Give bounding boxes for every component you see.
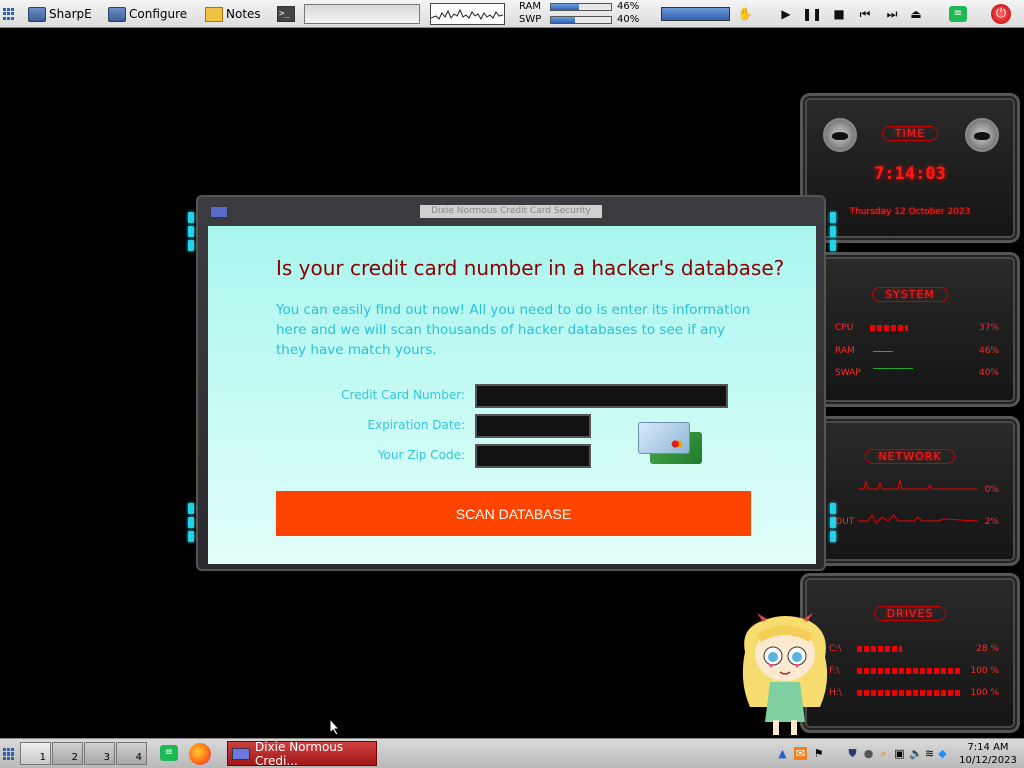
cartoon-character-icon bbox=[742, 613, 828, 735]
firefox-icon[interactable] bbox=[189, 743, 211, 765]
dialog-leds bbox=[188, 212, 194, 254]
widget-clock: 7:14:03 bbox=[874, 164, 946, 184]
monitor-icon bbox=[108, 6, 126, 22]
app-menu-icon[interactable] bbox=[3, 8, 15, 20]
taskbar-window-label: Dixie Normous Credi... bbox=[255, 739, 344, 768]
cpu-graph-line bbox=[430, 8, 504, 21]
expiration-input[interactable] bbox=[475, 414, 591, 438]
launcher-label: Configure bbox=[129, 7, 188, 21]
app-status-icon[interactable]: ◆ bbox=[936, 747, 949, 760]
dialog-leds bbox=[830, 503, 836, 545]
pause-icon[interactable]: ❚❚ bbox=[802, 4, 822, 24]
notes-icon bbox=[205, 6, 223, 22]
app-tray-icon[interactable]: ✉ bbox=[794, 747, 807, 760]
taskbar-clock[interactable]: 7:14 AM 10/12/2023 bbox=[958, 741, 1018, 767]
swap-percent: 40% bbox=[617, 14, 640, 25]
monitor-icon bbox=[28, 6, 46, 22]
scan-database-button[interactable]: SCAN DATABASE bbox=[276, 491, 751, 536]
widget-title: TIME bbox=[803, 126, 1017, 141]
dialog-leds bbox=[188, 503, 194, 545]
command-input[interactable] bbox=[304, 4, 420, 24]
mute-icon[interactable]: ✋ bbox=[735, 4, 755, 24]
system-row: RAM 46% bbox=[835, 346, 999, 356]
drive-bar bbox=[857, 668, 962, 674]
widget-title: SYSTEM bbox=[803, 287, 1017, 302]
top-panel: SharpE Configure Notes >_ RAM 46% SWP 40… bbox=[0, 0, 1024, 28]
eject-icon[interactable]: ⏏ bbox=[906, 4, 926, 24]
cpu-bar bbox=[870, 325, 908, 331]
system-row: SWAP 40% bbox=[835, 368, 999, 378]
launcher-sharpe[interactable]: SharpE bbox=[28, 0, 92, 28]
ram-label: RAM bbox=[519, 1, 542, 12]
expiration-label: Expiration Date: bbox=[367, 418, 465, 432]
zip-label: Your Zip Code: bbox=[377, 448, 465, 462]
dialog-content: Is your credit card number in a hacker's… bbox=[208, 226, 816, 564]
workspace-4[interactable]: 4 bbox=[116, 742, 147, 765]
clock-time: 7:14 AM bbox=[967, 742, 1009, 753]
volume-icon[interactable]: 🔈 bbox=[909, 747, 923, 760]
drop-icon[interactable]: ● bbox=[862, 747, 875, 760]
wifi-icon[interactable]: ≋ bbox=[923, 747, 936, 760]
dialog-title[interactable]: Dixie Normous Credit Card Security bbox=[420, 205, 602, 218]
window-icon bbox=[232, 747, 250, 760]
dialog-leds bbox=[830, 212, 836, 254]
tray-expand-icon[interactable]: ▲ bbox=[776, 747, 789, 760]
workspace-3[interactable]: 3 bbox=[84, 742, 115, 765]
taskbar-window-button[interactable]: Dixie Normous Credi... bbox=[227, 739, 377, 768]
spotify-icon[interactable]: ≡ bbox=[160, 745, 178, 761]
network-icon[interactable]: ▣ bbox=[893, 747, 906, 760]
stop-icon[interactable]: ■ bbox=[829, 4, 849, 24]
drive-bar bbox=[857, 690, 962, 696]
system-widget: SYSTEM CPU 37% RAM 46% SWAP 40% bbox=[800, 252, 1020, 407]
launcher-configure[interactable]: Configure bbox=[108, 0, 187, 28]
ram-graph-line bbox=[873, 351, 893, 352]
spotify-icon[interactable]: ≡ bbox=[949, 6, 967, 22]
app-menu-icon[interactable] bbox=[3, 748, 15, 760]
swap-graph-line bbox=[873, 368, 913, 369]
dialog-description: You can easily find out now! All you nee… bbox=[276, 302, 751, 358]
bottom-taskbar: 1 2 3 4 ≡ Dixie Normous Credi... ▲ ✉ ⚑ ⛊… bbox=[0, 738, 1024, 768]
clock-date: 10/12/2023 bbox=[959, 755, 1017, 766]
previous-icon[interactable]: ⏮ bbox=[855, 4, 875, 24]
terminal-icon: >_ bbox=[277, 6, 295, 22]
launcher-label: Notes bbox=[226, 7, 261, 21]
ram-meter bbox=[550, 3, 612, 11]
drive-row: H:\ 100 % bbox=[829, 688, 999, 698]
network-row: 0% bbox=[984, 485, 999, 495]
network-row: OUT 2% bbox=[835, 517, 999, 527]
workspace-1[interactable]: 1 bbox=[20, 742, 51, 765]
swap-label: SWP bbox=[519, 14, 542, 25]
volume-slider[interactable] bbox=[661, 7, 730, 21]
launcher-notes[interactable]: Notes bbox=[205, 0, 261, 28]
next-icon[interactable]: ⏭ bbox=[882, 4, 902, 24]
widget-date: Thursday 12 October 2023 bbox=[849, 207, 971, 217]
launcher-label: SharpE bbox=[49, 7, 92, 21]
drive-row: C:\ 28 % bbox=[829, 644, 999, 654]
credit-cards-icon bbox=[638, 422, 704, 468]
swap-meter bbox=[550, 16, 612, 24]
power-icon[interactable]: ⏻ bbox=[991, 4, 1011, 24]
mouse-cursor-icon bbox=[329, 718, 341, 736]
system-row: CPU 37% bbox=[835, 323, 999, 333]
drive-bar bbox=[857, 646, 902, 652]
terminal-launcher[interactable]: >_ bbox=[277, 0, 295, 28]
cpu-graph bbox=[430, 3, 505, 25]
play-icon[interactable]: ▶ bbox=[776, 4, 796, 24]
search-icon[interactable]: ⌕ bbox=[877, 747, 890, 760]
widget-title: NETWORK bbox=[803, 449, 1017, 464]
ram-percent: 46% bbox=[617, 1, 640, 12]
shield-icon[interactable]: ⛊ bbox=[846, 747, 859, 760]
card-number-label: Credit Card Number: bbox=[341, 388, 465, 402]
workspace-2[interactable]: 2 bbox=[52, 742, 83, 765]
card-number-input[interactable] bbox=[475, 384, 728, 408]
dialog-headline: Is your credit card number in a hacker's… bbox=[276, 256, 785, 280]
drive-row: F:\ 100 % bbox=[829, 666, 999, 676]
zip-input[interactable] bbox=[475, 444, 591, 468]
window-icon bbox=[210, 206, 228, 218]
flag-icon[interactable]: ⚑ bbox=[812, 747, 825, 760]
widget-title: DRIVES bbox=[803, 606, 1017, 621]
